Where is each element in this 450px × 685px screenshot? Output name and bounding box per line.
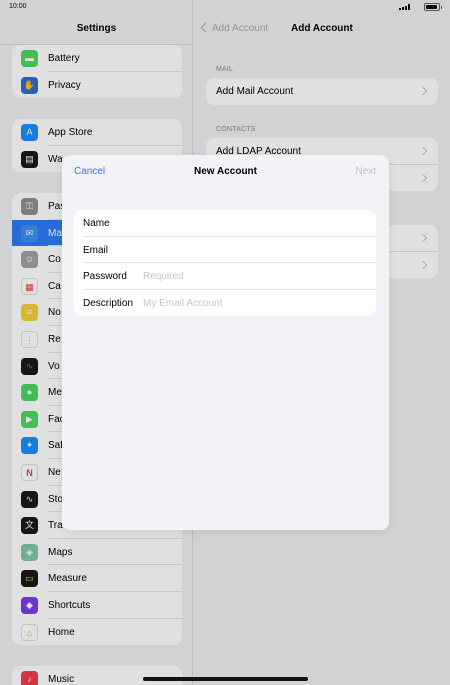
- sheet-nav-bar: Cancel New Account Next: [62, 155, 389, 188]
- battery-status-icon: [424, 3, 442, 11]
- email-label: Email: [83, 244, 109, 256]
- status-time: 10:00: [9, 3, 27, 10]
- email-field[interactable]: [143, 240, 363, 260]
- name-field[interactable]: [143, 214, 363, 233]
- description-row: Description: [74, 290, 376, 317]
- description-field[interactable]: [143, 293, 363, 313]
- new-account-sheet: Cancel New Account Next Name Email Passw…: [62, 155, 389, 530]
- next-button[interactable]: Next: [355, 166, 376, 177]
- description-label: Description: [83, 297, 134, 309]
- home-indicator[interactable]: [143, 677, 308, 681]
- screen: Settings ▬ Battery ✋ Privacy A App Store…: [0, 0, 450, 685]
- status-bar: 10:00: [0, 0, 450, 14]
- password-label: Password: [83, 271, 127, 283]
- account-form: Name Email Password Description: [74, 210, 376, 317]
- sheet-title: New Account: [194, 166, 257, 177]
- signal-icon: [399, 4, 410, 10]
- name-label: Name: [83, 218, 110, 229]
- password-row: Password: [74, 263, 376, 290]
- password-field[interactable]: [143, 267, 363, 287]
- name-row: Name: [74, 210, 376, 237]
- email-row: Email: [74, 237, 376, 264]
